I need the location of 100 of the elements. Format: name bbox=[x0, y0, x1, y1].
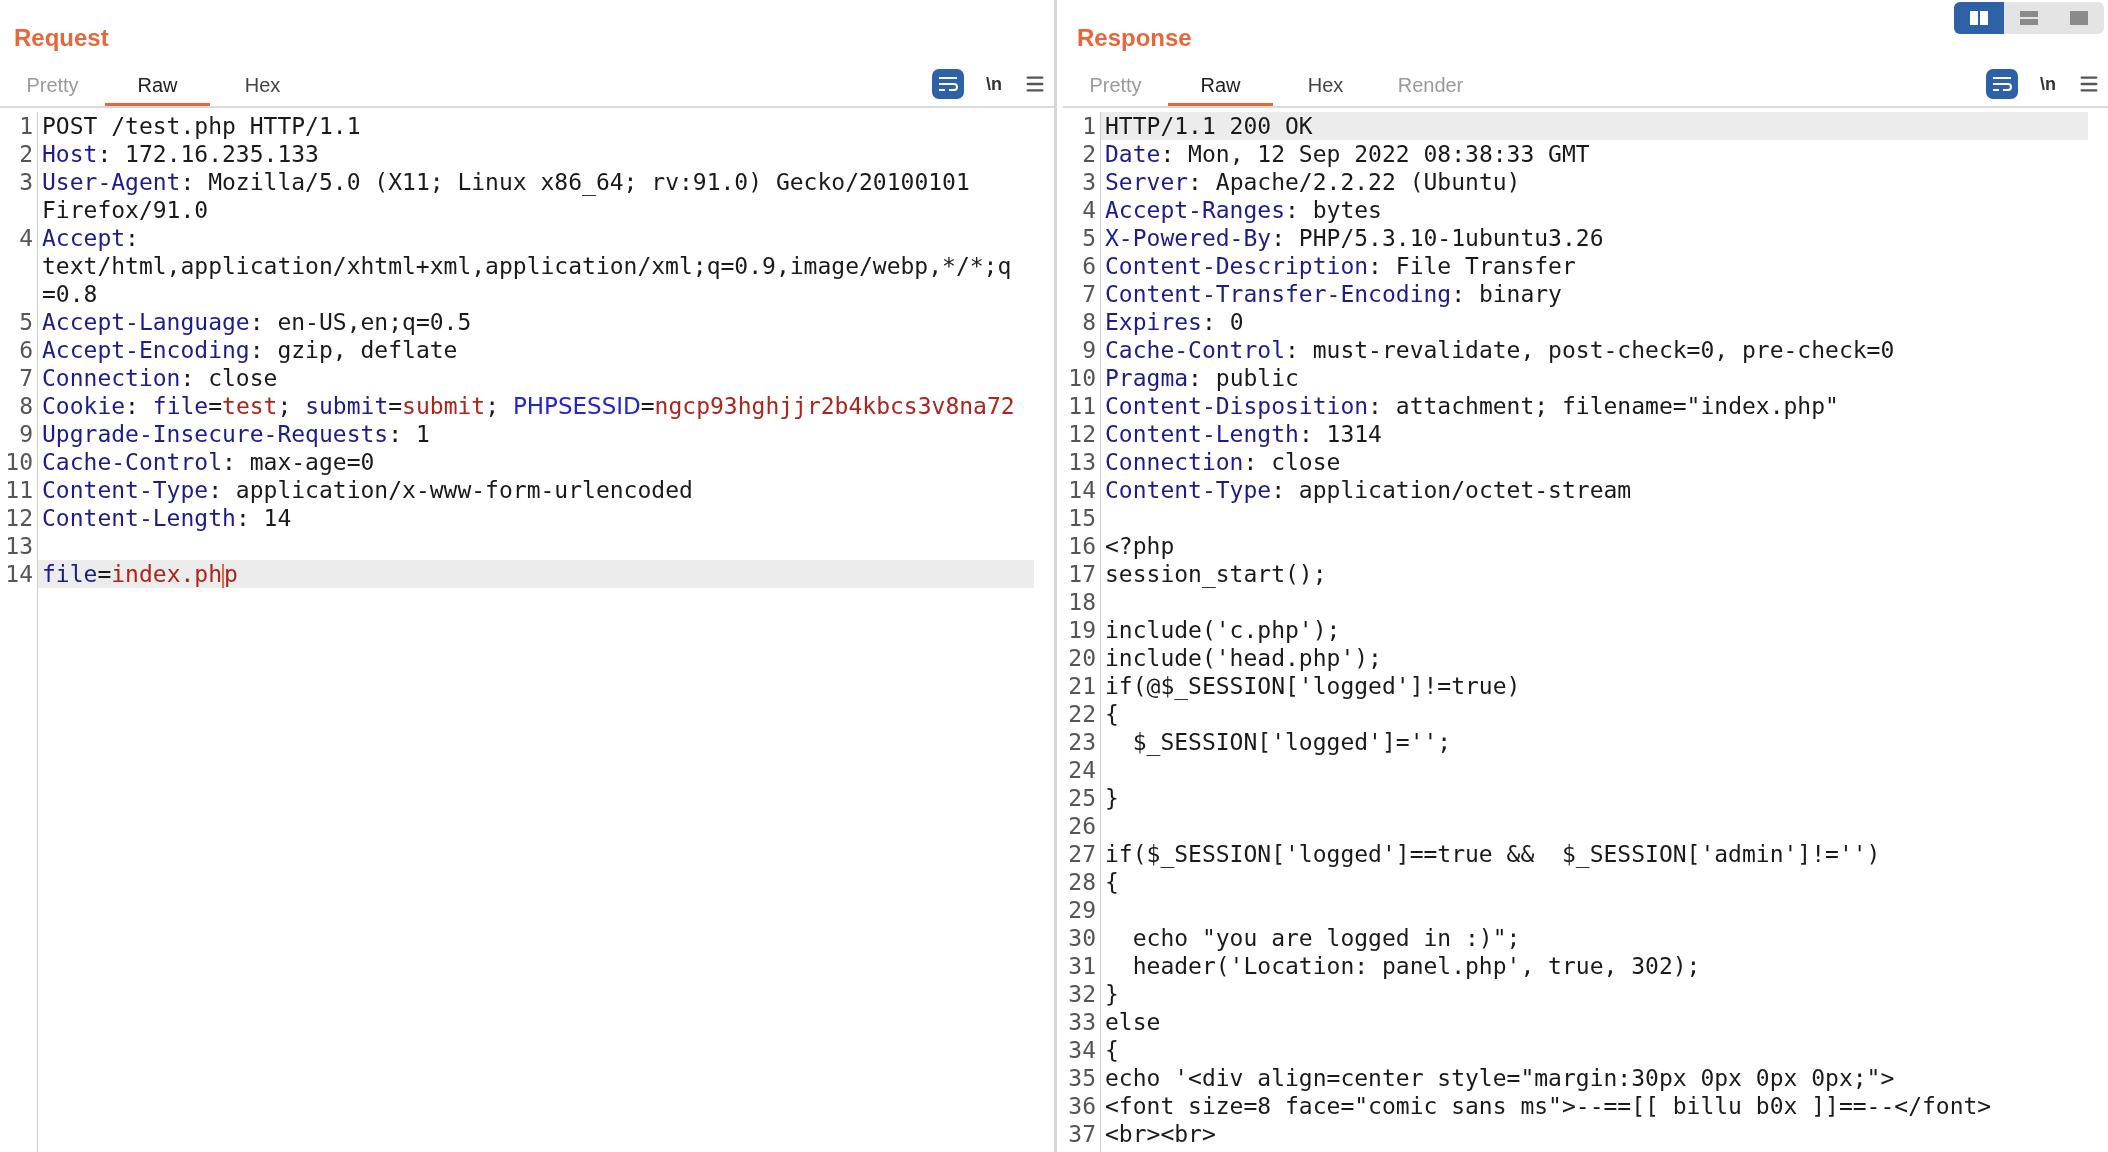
code-line: Server: Apache/2.2.22 (Ubuntu) bbox=[1104, 168, 1522, 196]
line-number: 2 bbox=[1063, 140, 1101, 168]
line-number: 19 bbox=[1063, 616, 1101, 644]
menu-button[interactable] bbox=[2078, 73, 2100, 95]
line-number: 24 bbox=[1063, 756, 1101, 784]
code-line: } bbox=[1104, 784, 1120, 812]
tab[interactable]: Raw bbox=[1168, 66, 1273, 106]
line-number: 10 bbox=[1063, 364, 1101, 392]
line-number: 5 bbox=[1063, 224, 1101, 252]
code-line: if($_SESSION['logged']==true && $_SESSION['admin']!='') bbox=[1104, 840, 1882, 868]
code-line: Cookie: file=test; submit=submit; PHPSESSID=ngcp93hghjjr2b4kbcs3v8na72 bbox=[41, 392, 1016, 420]
code-line: Accept-Language: en-US,en;q=0.5 bbox=[41, 308, 473, 336]
split-columns-icon bbox=[1969, 10, 1989, 26]
code-line: { bbox=[1104, 700, 1120, 728]
single-pane-icon bbox=[2069, 10, 2089, 26]
line-number: 14 bbox=[1063, 476, 1101, 504]
line-number: 8 bbox=[0, 392, 38, 420]
code-line: Connection: close bbox=[1104, 448, 1342, 476]
line-number: 3 bbox=[0, 168, 38, 224]
code-line: { bbox=[1104, 1036, 1120, 1064]
line-number: 20 bbox=[1063, 644, 1101, 672]
code-line: <?php bbox=[1104, 532, 1176, 560]
newline-toggle[interactable]: \n bbox=[986, 70, 1002, 98]
line-number: 8 bbox=[1063, 308, 1101, 336]
line-number: 7 bbox=[1063, 280, 1101, 308]
line-number: 12 bbox=[0, 504, 38, 532]
line-number: 23 bbox=[1063, 728, 1101, 756]
tab[interactable]: Hex bbox=[210, 66, 315, 106]
line-number: 4 bbox=[1063, 196, 1101, 224]
line-number: 21 bbox=[1063, 672, 1101, 700]
line-number: 30 bbox=[1063, 924, 1101, 952]
code-line: Content-Transfer-Encoding: binary bbox=[1104, 280, 1563, 308]
code-line: Content-Disposition: attachment; filename="index.php" bbox=[1104, 392, 1840, 420]
code-line: User-Agent: Mozilla/5.0 (X11; Linux x86_64; rv:91.0) Gecko/20100101 Firefox/91.0 bbox=[41, 168, 971, 224]
line-number: 35 bbox=[1063, 1064, 1101, 1092]
line-number: 26 bbox=[1063, 812, 1101, 840]
line-number: 22 bbox=[1063, 700, 1101, 728]
code-line: } bbox=[1104, 980, 1120, 1008]
line-number: 12 bbox=[1063, 420, 1101, 448]
line-number: 13 bbox=[0, 532, 38, 560]
code-line: Connection: close bbox=[41, 364, 279, 392]
line-number: 33 bbox=[1063, 1008, 1101, 1036]
newline-toggle[interactable]: \n bbox=[2040, 70, 2056, 98]
code-line: echo "you are logged in :)"; bbox=[1131, 924, 1522, 952]
code-line: if(@$_SESSION['logged']!=true) bbox=[1104, 672, 1522, 700]
code-line: include('head.php'); bbox=[1104, 644, 1383, 672]
code-line: Cache-Control: must-revalidate, post-check=0, pre-check=0 bbox=[1104, 336, 1896, 364]
line-number: 27 bbox=[1063, 840, 1101, 868]
line-number: 25 bbox=[1063, 784, 1101, 812]
line-number: 29 bbox=[1063, 896, 1101, 924]
line-number: 9 bbox=[0, 420, 38, 448]
code-line: Pragma: public bbox=[1104, 364, 1300, 392]
code-line: POST /test.php HTTP/1.1 bbox=[41, 112, 362, 140]
line-number: 9 bbox=[1063, 336, 1101, 364]
code-line: Content-Description: File Transfer bbox=[1104, 252, 1577, 280]
line-number: 10 bbox=[0, 448, 38, 476]
panel-title: Request bbox=[14, 23, 109, 53]
view-toggle-button[interactable] bbox=[1954, 2, 2004, 34]
menu-button[interactable] bbox=[1024, 73, 1046, 95]
tab[interactable]: Hex bbox=[1273, 66, 1378, 106]
code-line: echo '<div align=center style="margin:30px 0px 0px 0px;"> bbox=[1104, 1064, 1896, 1092]
panel-title: Response bbox=[1077, 23, 1192, 53]
line-number: 36 bbox=[1063, 1092, 1101, 1120]
code-line: Content-Type: application/x-www-form-urlencoded bbox=[41, 476, 694, 504]
wrap-lines-icon bbox=[1991, 75, 2013, 93]
code-line: Host: 172.16.235.133 bbox=[41, 140, 320, 168]
code-line: Cache-Control: max-age=0 bbox=[41, 448, 376, 476]
line-number: 37 bbox=[1063, 1120, 1101, 1148]
code-line: { bbox=[1104, 868, 1120, 896]
line-number: 11 bbox=[0, 476, 38, 504]
code-line: Content-Length: 14 bbox=[41, 504, 293, 532]
code-line: include('c.php'); bbox=[1104, 616, 1342, 644]
code-line: else bbox=[1104, 1008, 1162, 1036]
line-number: 2 bbox=[0, 140, 38, 168]
code-line: Content-Length: 1314 bbox=[1104, 420, 1383, 448]
code-line: Upgrade-Insecure-Requests: 1 bbox=[41, 420, 431, 448]
split-rows-icon bbox=[2019, 10, 2039, 26]
line-number: 6 bbox=[0, 336, 38, 364]
tab[interactable]: Raw bbox=[105, 66, 210, 106]
line-number: 6 bbox=[1063, 252, 1101, 280]
code-line: Date: Mon, 12 Sep 2022 08:38:33 GMT bbox=[1104, 140, 1591, 168]
line-number: 31 bbox=[1063, 952, 1101, 980]
line-number: 15 bbox=[1063, 504, 1101, 532]
code-line: Accept: text/html,application/xhtml+xml,application/xml;q=0.9,image/webp,*/*;q =0.8 bbox=[41, 224, 1013, 308]
wrap-lines-icon bbox=[937, 75, 959, 93]
line-number: 18 bbox=[1063, 588, 1101, 616]
line-number: 5 bbox=[0, 308, 38, 336]
word-wrap-button[interactable] bbox=[1986, 69, 2018, 99]
line-number: 28 bbox=[1063, 868, 1101, 896]
line-number: 1 bbox=[0, 112, 38, 140]
code-line: Accept-Encoding: gzip, deflate bbox=[41, 336, 459, 364]
code-line: Expires: 0 bbox=[1104, 308, 1245, 336]
code-line: header('Location: panel.php', true, 302); bbox=[1131, 952, 1702, 980]
word-wrap-button[interactable] bbox=[932, 69, 964, 99]
line-number: 13 bbox=[1063, 448, 1101, 476]
line-number: 11 bbox=[1063, 392, 1101, 420]
code-line: <font size=8 face="comic sans ms">--==[[ billu b0x ]]==--</font> bbox=[1104, 1092, 1993, 1120]
code-line: Content-Type: application/octet-stream bbox=[1104, 476, 1633, 504]
code-line: $_SESSION['logged']=''; bbox=[1131, 728, 1453, 756]
line-number: 4 bbox=[0, 224, 38, 308]
